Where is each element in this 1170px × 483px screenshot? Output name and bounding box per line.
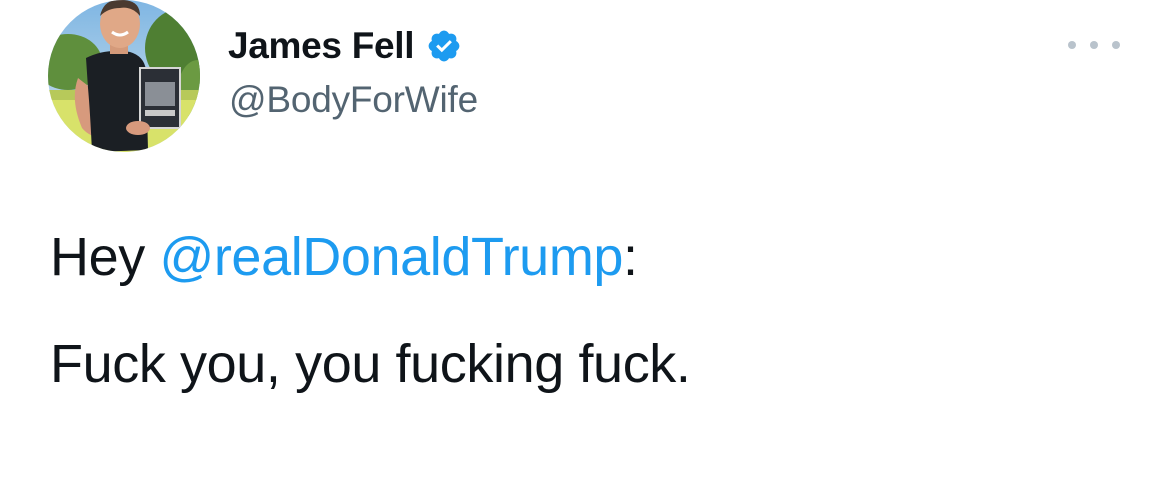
tweet-text-line-1: Hey @realDonaldTrump:: [50, 226, 638, 288]
author-name-row[interactable]: James Fell: [228, 22, 462, 70]
more-options-icon[interactable]: [1068, 32, 1120, 58]
more-dot: [1112, 41, 1120, 49]
tweet-card: James Fell @BodyForWife Hey @realDonaldT…: [0, 0, 1170, 483]
tweet-text-line-2: Fuck you, you fucking fuck.: [50, 334, 691, 394]
more-dot: [1090, 41, 1098, 49]
tweet-text-suffix: :: [623, 227, 638, 287]
avatar[interactable]: [48, 0, 200, 152]
verified-badge-icon: [426, 28, 462, 64]
mention-link[interactable]: @realDonaldTrump: [159, 227, 623, 287]
avatar-photo: [48, 0, 200, 152]
author-handle[interactable]: @BodyForWife: [229, 79, 478, 121]
tweet-text-prefix: Hey: [50, 227, 160, 287]
author-name[interactable]: James Fell: [228, 25, 415, 67]
more-dot: [1068, 41, 1076, 49]
